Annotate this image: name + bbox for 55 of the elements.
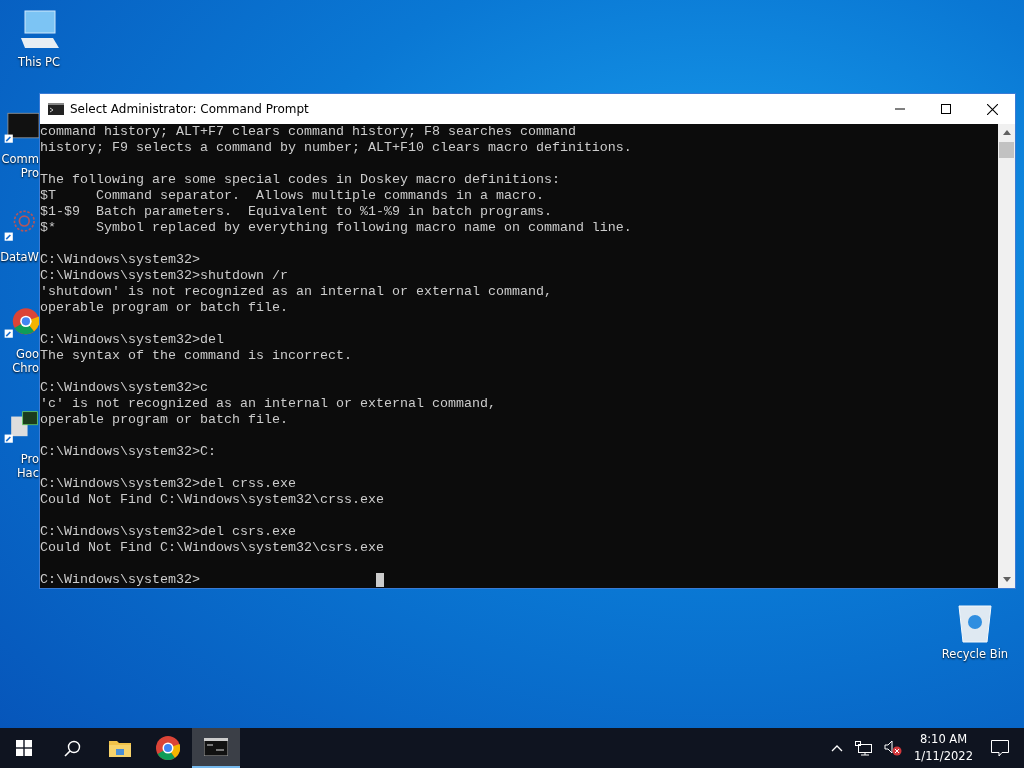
browser-icon [156, 736, 180, 760]
clock-time: 8:10 AM [919, 731, 968, 748]
scrollbar[interactable] [998, 124, 1015, 588]
console-line: C:\Windows\system32>C: [40, 444, 217, 460]
icon-label: Pro [20, 452, 39, 466]
console-line: Could Not Find C:\Windows\system32\csrs.exe [40, 540, 385, 556]
clock-date: 1/11/2022 [914, 748, 973, 765]
window-title: Select Administrator: Command Prompt [70, 102, 309, 116]
console-line: 'c' is not recognized as an internal or external command, [40, 396, 497, 412]
console-line: The following are some special codes in Doskey macro definitions: [40, 172, 561, 188]
terminal-icon [48, 103, 64, 115]
console-line: C:\Windows\system32>c [40, 380, 209, 396]
computer-icon[interactable] [3, 410, 39, 446]
console-line: history; F9 selects a command by number; ALT+F10 clears macro definitions. [40, 140, 633, 156]
terminal-icon [204, 738, 228, 756]
console-line: C:\Windows\system32> [40, 252, 201, 268]
folder-icon [109, 739, 131, 757]
scrollbar-thumb[interactable] [999, 142, 1014, 158]
taskbar-button[interactable] [192, 728, 240, 768]
notification-icon[interactable] [991, 739, 1009, 757]
console-line: 'shutdown' is not recognized as an internal or external command, [40, 284, 553, 300]
icon-label: This PC [17, 55, 61, 69]
console-line: C:\Windows\system32>del csrs.exe [40, 524, 297, 540]
console-line: C:\Windows\system32>del [40, 332, 225, 348]
console-line: $T Command separator. Allows multiple commands in a macro. [40, 188, 545, 204]
scroll-down-arrow-icon[interactable] [1002, 577, 1011, 582]
icon-label: Chro [12, 361, 39, 375]
console-line: $1-$9 Batch parameters. Equivalent to %1-%9 in batch programs. [40, 204, 553, 220]
scroll-up-arrow-icon[interactable] [1002, 130, 1011, 135]
browser-icon[interactable] [3, 305, 39, 341]
console-prompt: C:\Windows\system32> [40, 572, 200, 588]
icon-label: Hac [16, 466, 39, 480]
icon-label: Pro [20, 166, 39, 180]
taskbar-clock[interactable]: 8:10 AM 1/11/2022 [914, 731, 973, 765]
console-line: operable program or batch file. [40, 412, 289, 428]
console-line: C:\Windows\system32>del crss.exe [40, 476, 297, 492]
text-cursor [375, 573, 384, 587]
search-icon [63, 739, 81, 757]
console-line: command history; ALT+F7 clears command history; F8 searches command [40, 124, 577, 140]
windows-logo-icon [16, 740, 32, 756]
icon-label: Goo [16, 347, 39, 361]
maximize-icon [941, 104, 951, 114]
icon-label: Comm [1, 152, 39, 166]
terminal-icon[interactable] [3, 110, 39, 146]
muted-speaker-icon[interactable] [884, 740, 903, 756]
close-icon [986, 103, 998, 115]
console-line: $* Symbol replaced by everything following macro name on command line. [40, 220, 633, 236]
network-icon[interactable] [855, 740, 873, 756]
icon-label: Recycle Bin [941, 647, 1009, 661]
console-line: The syntax of the command is incorrect. [40, 348, 353, 364]
console-line: Could Not Find C:\Windows\system32\crss.exe [40, 492, 385, 508]
icon-label: DataW [0, 250, 39, 264]
console-line: C:\Windows\system32>shutdown /r [40, 268, 289, 284]
console-line: operable program or batch file. [40, 300, 289, 316]
chevron-up-icon[interactable] [831, 744, 844, 752]
